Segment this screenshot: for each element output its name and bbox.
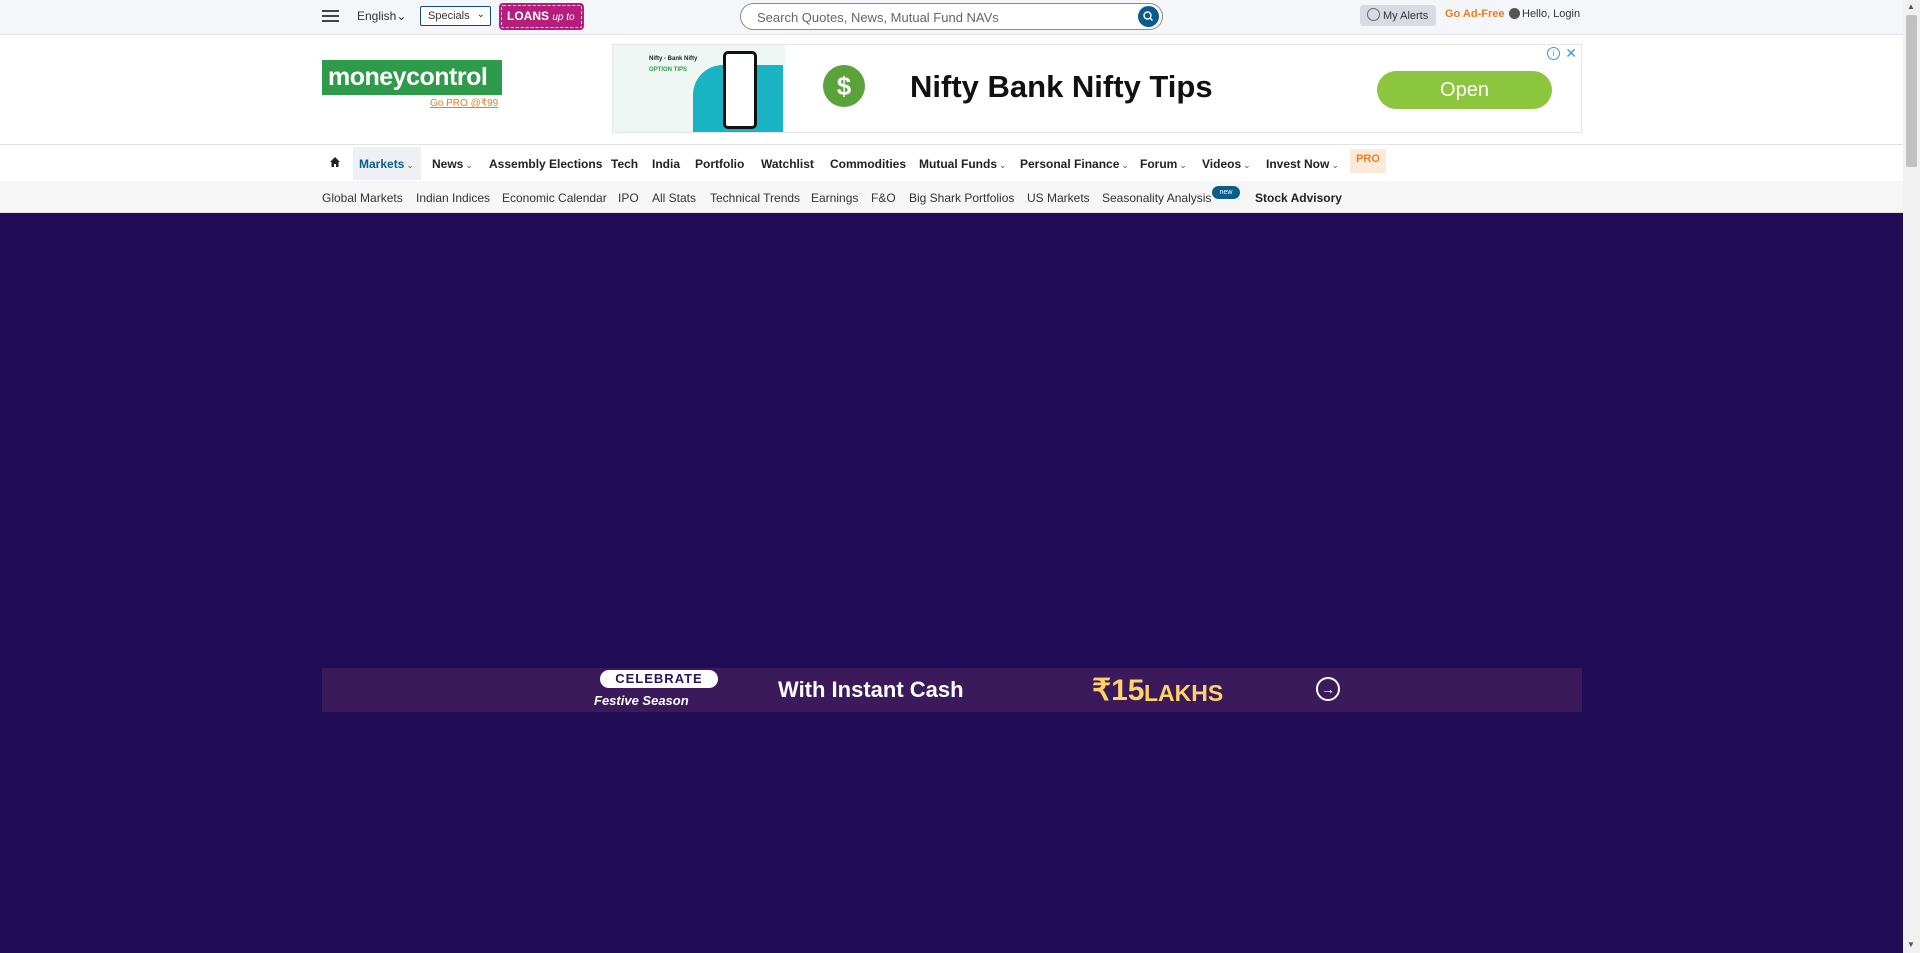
chevron-down-icon: ⌄ [1331,160,1339,170]
moneycontrol-logo[interactable]: moneycontrol [322,60,502,95]
chevron-down-icon: ⌄ [406,160,414,170]
nav-item-assembly-elections[interactable]: Assembly Elections [489,157,602,171]
loans-suffix: up to [552,12,575,23]
subnav-item-earnings[interactable]: Earnings [811,191,858,205]
top-bar: English⌄ Specials ⌄ LOANS up to Search Qu… [0,0,1903,35]
login-link[interactable]: Hello, Login [1509,8,1580,20]
new-badge: new [1212,186,1240,199]
loans-label: LOANS [507,9,549,23]
ad-thumbnail: Nifty - Bank Nifty OPTION TIPS [613,45,785,132]
nav-item-watchlist[interactable]: Watchlist [761,157,814,171]
ad-thumb-subtitle: OPTION TIPS [649,67,688,73]
go-ad-free-link[interactable]: Go Ad-Free [1445,8,1505,20]
home-icon[interactable] [329,156,341,168]
chevron-down-icon: ⌄ [396,9,407,23]
nav-item-mutual-funds[interactable]: Mutual Funds ⌄ [919,157,1007,171]
subnav-item-global-markets[interactable]: Global Markets [322,191,403,205]
user-icon [1509,8,1520,19]
nav-item-markets[interactable]: Markets ⌄ [359,157,414,171]
celebrate-label: CELEBRATE [600,670,718,688]
page-scrollbar[interactable]: ▲ ▼ [1903,0,1920,953]
search-button[interactable] [1138,6,1159,27]
sub-nav: Global Markets Indian Indices Economic C… [0,181,1903,213]
subnav-item-fno[interactable]: F&O [871,191,896,205]
hamburger-menu-icon[interactable] [322,10,339,23]
nav-item-videos[interactable]: Videos ⌄ [1202,157,1251,171]
instant-cash-label: With Instant Cash [778,677,964,702]
my-alerts-label: My Alerts [1383,10,1429,22]
lakhs-label: LAKHS [1144,680,1224,706]
subnav-item-ipo[interactable]: IPO [618,191,639,205]
search-icon [1143,11,1153,21]
chevron-down-icon: ⌄ [1179,160,1187,170]
pro-button[interactable]: PRO [1350,149,1386,173]
chevron-down-icon: ⌄ [465,160,473,170]
nav-item-portfolio[interactable]: Portfolio [695,157,744,171]
login-label: Hello, Login [1522,8,1581,20]
subnav-item-economic-calendar[interactable]: Economic Calendar [502,191,607,205]
ad-banner[interactable]: Nifty - Bank Nifty OPTION TIPS $ Nifty B… [612,44,1582,133]
nav-item-invest-now[interactable]: Invest Now ⌄ [1266,157,1339,171]
subnav-item-us-markets[interactable]: US Markets [1027,191,1090,205]
language-selector[interactable]: English⌄ [357,9,406,23]
main-nav: Markets ⌄ News ⌄ Assembly Elections Tech I… [0,144,1903,183]
festive-season-label: Festive Season [594,693,689,708]
ad-headline: Nifty Bank Nifty Tips [910,69,1213,104]
nav-item-personal-finance[interactable]: Personal Finance ⌄ [1020,157,1129,171]
specials-dropdown[interactable]: Specials ⌄ [420,6,491,26]
scroll-down-icon[interactable]: ▼ [1907,940,1915,949]
chevron-down-icon: ⌄ [1121,160,1129,170]
search-input[interactable]: Search Quotes, News, Mutual Fund NAVs [757,10,999,25]
go-pro-link[interactable]: Go PRO @₹99 [430,98,498,109]
chevron-down-icon: ⌄ [1243,160,1251,170]
my-alerts-button[interactable]: My Alerts [1360,5,1436,26]
subnav-item-stock-advisory[interactable]: Stock Advisory [1255,191,1342,205]
nav-item-commodities[interactable]: Commodities [830,157,906,171]
subnav-item-seasonality-analysis[interactable]: Seasonality Analysis [1102,191,1211,205]
amount-label: ₹15 [1092,674,1145,707]
nav-item-forum[interactable]: Forum ⌄ [1140,157,1187,171]
specials-label: Specials [428,10,470,22]
info-icon[interactable]: i [1547,47,1560,60]
subnav-item-big-shark-portfolios[interactable]: Big Shark Portfolios [909,191,1014,205]
phone-icon [723,51,757,129]
chevron-down-icon: ⌄ [476,9,485,20]
search-bar[interactable]: Search Quotes, News, Mutual Fund NAVs [740,3,1163,30]
bell-icon [1367,8,1380,21]
nav-item-tech[interactable]: Tech [611,157,638,171]
scroll-up-icon[interactable]: ▲ [1907,2,1915,11]
ad-thumb-title: Nifty - Bank Nifty [649,56,698,62]
page: English⌄ Specials ⌄ LOANS up to Search Qu… [0,0,1903,953]
close-icon[interactable]: ✕ [1565,45,1577,62]
language-label: English [357,9,397,23]
subnav-item-all-stats[interactable]: All Stats [652,191,696,205]
arrow-right-icon[interactable]: → [1316,677,1340,701]
ad-open-button[interactable]: Open [1377,71,1552,109]
nav-item-news[interactable]: News ⌄ [432,157,473,171]
nav-item-india[interactable]: India [652,157,680,171]
dollar-coin-icon: $ [823,65,865,107]
promo-banner[interactable]: CELEBRATE Festive Season With Instant Ca… [322,668,1582,712]
chevron-down-icon: ⌄ [999,160,1007,170]
scrollbar-thumb[interactable] [1906,15,1917,167]
loans-button[interactable]: LOANS up to [499,3,584,30]
subnav-item-technical-trends[interactable]: Technical Trends [710,191,800,205]
subnav-item-indian-indices[interactable]: Indian Indices [416,191,490,205]
